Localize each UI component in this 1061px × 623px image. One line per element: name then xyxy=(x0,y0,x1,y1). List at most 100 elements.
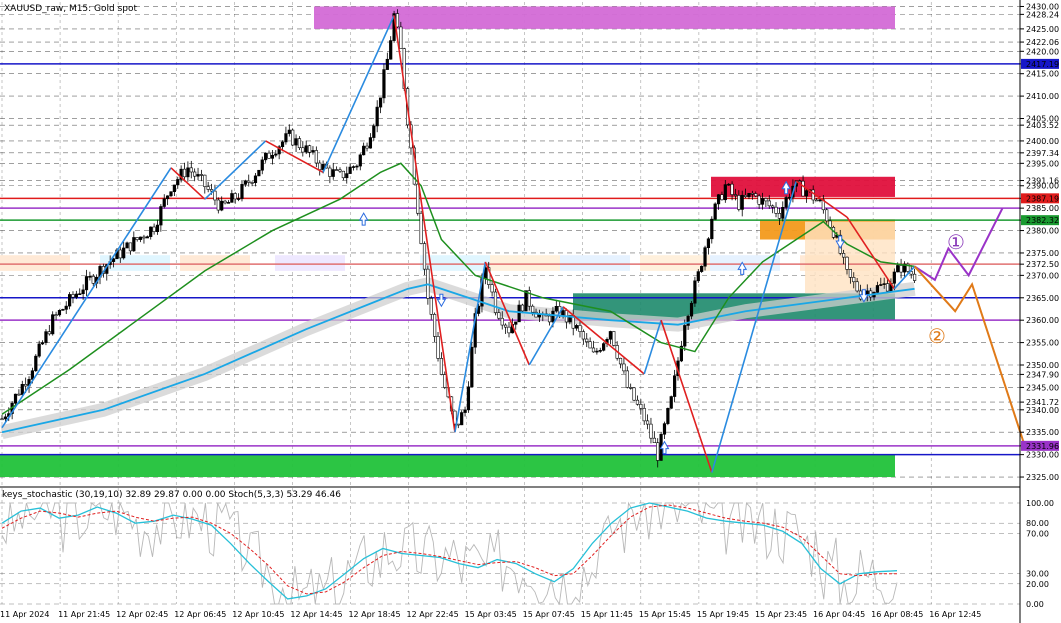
candle-body xyxy=(693,280,697,304)
price-tick-label: 2420.00 xyxy=(1026,47,1059,56)
candle-body xyxy=(358,154,362,167)
candle-body xyxy=(152,226,156,232)
candle-body xyxy=(639,403,643,409)
candle-body xyxy=(17,393,21,396)
candle-body xyxy=(216,199,220,211)
candle-body xyxy=(13,393,18,404)
candle-body xyxy=(443,374,447,388)
candle-body xyxy=(372,125,376,138)
price-tick-label: 2385.00 xyxy=(1026,204,1059,213)
candle-body xyxy=(875,285,880,293)
candle-body xyxy=(896,265,900,273)
price-tick-label: 2355.00 xyxy=(1026,339,1059,348)
candle-body xyxy=(581,331,585,340)
candle-body xyxy=(429,298,433,315)
sub-tick-label: 30.00 xyxy=(1026,570,1049,579)
candle-body xyxy=(845,256,849,270)
candle-body xyxy=(71,294,75,298)
candle-body xyxy=(247,180,251,183)
session-block xyxy=(640,255,710,271)
candle-body xyxy=(368,137,373,149)
candle-body xyxy=(362,145,366,156)
candle-body xyxy=(865,290,869,295)
price-tick-label: 2330.00 xyxy=(1026,451,1059,460)
candle-body xyxy=(145,236,149,239)
candle-body xyxy=(591,347,596,353)
candle-body xyxy=(331,169,335,177)
time-tick-label: 15 Apr 11:45 xyxy=(581,610,633,619)
candle-body xyxy=(40,342,45,345)
candle-body xyxy=(206,186,210,190)
candle-body xyxy=(642,408,646,422)
candle-body xyxy=(771,205,775,208)
candle-body xyxy=(304,145,308,153)
price-tick-label: 2387.19 xyxy=(1026,194,1059,203)
candle-body xyxy=(338,169,342,172)
candle-body xyxy=(493,291,498,313)
candle-body xyxy=(703,247,707,267)
price-tick-label: 2375.00 xyxy=(1026,249,1059,258)
session-block xyxy=(0,255,70,271)
candle-body xyxy=(237,198,241,200)
chart-title: XAUUSD_raw, M15: Gold spot xyxy=(4,4,138,14)
candle-body xyxy=(696,271,700,282)
scenario-1-label: ① xyxy=(947,230,965,254)
candle-body xyxy=(172,184,176,193)
candle-body xyxy=(547,315,552,323)
candle-body xyxy=(602,343,606,351)
candle-body xyxy=(879,284,883,286)
candle-body xyxy=(608,331,612,340)
candle-body xyxy=(149,226,153,237)
candle-body xyxy=(781,206,785,219)
sub-tick-label: 70.00 xyxy=(1026,529,1049,538)
candle-body xyxy=(348,166,352,174)
time-tick-label: 12 Apr 14:45 xyxy=(290,610,342,619)
candle-body xyxy=(307,145,312,153)
candle-body xyxy=(68,294,72,307)
candle-body xyxy=(378,97,383,108)
candle-body xyxy=(88,276,92,278)
candle-body xyxy=(20,384,24,395)
candle-body xyxy=(253,175,258,184)
candle-body xyxy=(189,167,193,173)
candle-body xyxy=(264,152,268,161)
price-chart[interactable]: 2430.002428.242425.002422.062420.002417.… xyxy=(0,0,1061,623)
candle-body xyxy=(551,310,555,323)
candle-body xyxy=(737,195,741,210)
time-tick-label: 12 Apr 10:45 xyxy=(232,610,284,619)
candle-body xyxy=(463,409,467,413)
candle-body xyxy=(804,190,809,197)
candle-body xyxy=(159,206,163,226)
candle-body xyxy=(801,180,805,197)
price-tick-label: 2400.00 xyxy=(1026,137,1059,146)
candle-body xyxy=(811,189,815,201)
candle-body xyxy=(490,284,494,293)
candle-body xyxy=(118,249,122,259)
candle-body xyxy=(706,238,711,249)
price-tick-label: 2415.00 xyxy=(1026,70,1059,79)
candle-body xyxy=(155,224,160,232)
candle-body xyxy=(385,58,389,70)
candle-body xyxy=(436,336,440,359)
candle-body xyxy=(335,169,339,171)
candle-body xyxy=(595,350,599,353)
candle-body xyxy=(598,350,602,352)
candle-body xyxy=(520,304,525,312)
price-tick-label: 2345.00 xyxy=(1026,383,1059,392)
candle-body xyxy=(230,193,234,203)
candle-body xyxy=(842,253,846,258)
candle-body xyxy=(649,423,653,439)
candle-body xyxy=(111,258,116,262)
session-block xyxy=(490,255,560,271)
candle-body xyxy=(311,150,315,153)
candle-body xyxy=(328,167,332,177)
candle-body xyxy=(500,317,504,326)
candle-body xyxy=(504,324,508,328)
candle-body xyxy=(669,396,673,409)
price-tick-label: 2428.24 xyxy=(1026,10,1059,19)
candle-body xyxy=(531,305,535,313)
price-tick-label: 2372.50 xyxy=(1026,260,1059,269)
candle-body xyxy=(774,206,778,214)
candle-body xyxy=(37,343,41,357)
candle-body xyxy=(629,387,633,389)
